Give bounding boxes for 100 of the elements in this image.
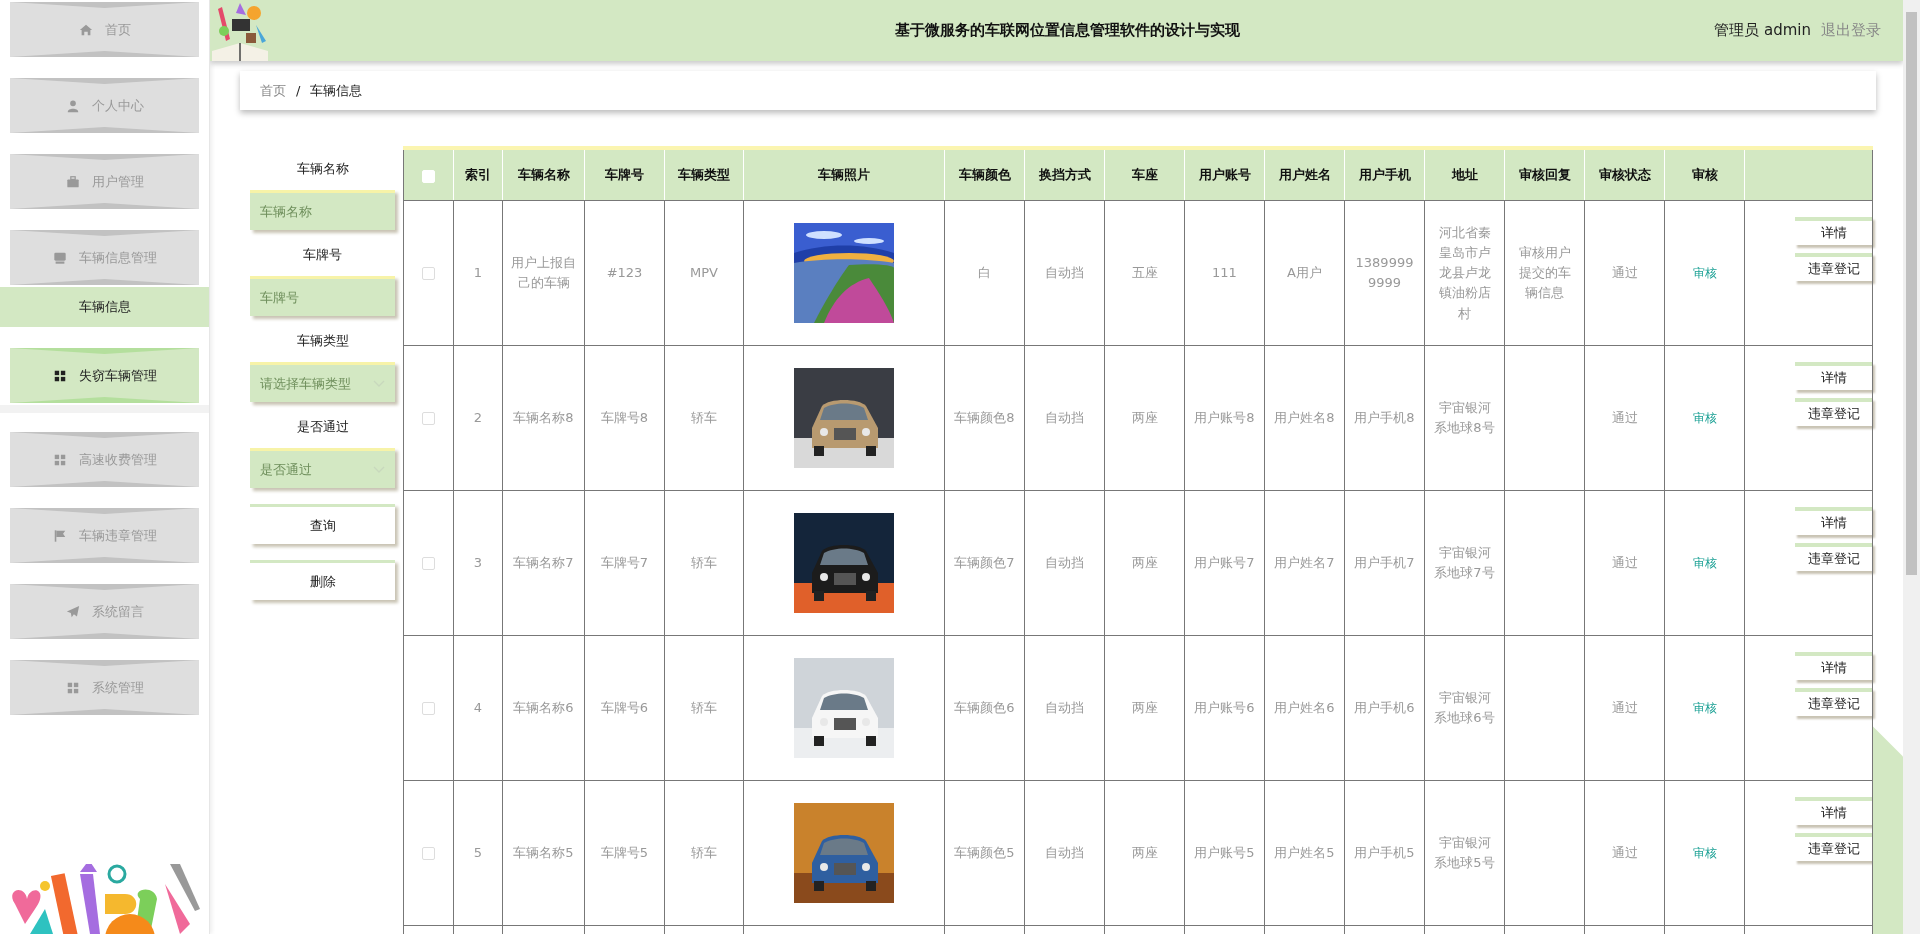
phone-cell: 用户手机6 — [1354, 700, 1415, 716]
grid-icon — [65, 680, 80, 695]
column-header: 车牌号 — [605, 167, 644, 183]
review-link[interactable]: 审核 — [1692, 411, 1717, 426]
user-icon — [65, 98, 80, 113]
violation-button[interactable]: 违章登记 — [1795, 398, 1873, 427]
checkbox[interactable] — [422, 702, 435, 716]
scrollbar-thumb[interactable] — [1906, 12, 1917, 575]
details-button[interactable]: 详情 — [1795, 797, 1873, 826]
name-cell: 车辆名称6 — [513, 700, 574, 716]
grid-icon — [52, 452, 67, 467]
breadcrumb-link[interactable]: 车辆信息 — [310, 81, 363, 100]
plate-cell: 车牌号6 — [600, 700, 649, 716]
sidebar-item[interactable]: 系统管理 — [10, 660, 199, 715]
select-field[interactable]: 请选择车辆类型 — [250, 362, 395, 403]
gear-cell: 自动挡 — [1045, 265, 1084, 281]
input-field[interactable]: 车牌号 — [250, 276, 395, 317]
checkbox[interactable] — [422, 557, 435, 571]
flag-icon — [52, 528, 67, 543]
logout-link[interactable]: 退出登录 — [1821, 21, 1881, 40]
details-button[interactable]: 详情 — [1795, 362, 1873, 391]
checkbox[interactable] — [422, 847, 435, 861]
column-header: 审核 — [1691, 167, 1718, 183]
violation-button[interactable]: 违章登记 — [1795, 543, 1873, 572]
review-link[interactable]: 审核 — [1692, 556, 1717, 571]
account-cell: 111 — [1212, 265, 1237, 281]
seats-cell: 五座 — [1131, 265, 1158, 281]
column-header: 车座 — [1131, 167, 1158, 183]
sidebar-item[interactable]: 首页 — [10, 2, 199, 57]
grid-icon — [52, 368, 67, 383]
sidebar-item[interactable]: 个人中心 — [10, 78, 199, 133]
address-cell: 宇宙银河系地球8号 — [1434, 400, 1495, 436]
status-cell: 通过 — [1611, 265, 1638, 281]
type-cell: 轿车 — [691, 700, 717, 716]
breadcrumb-link[interactable]: 首页 — [260, 81, 286, 100]
color-cell: 车辆颜色5 — [954, 845, 1015, 861]
review-link[interactable]: 审核 — [1692, 846, 1717, 861]
column-header: 索引 — [465, 167, 491, 183]
column-header: 用户手机 — [1358, 167, 1411, 183]
monitor-icon — [52, 250, 67, 265]
column-header: 车辆照片 — [818, 167, 870, 183]
address-cell: 宇宙银河系地球7号 — [1434, 545, 1495, 581]
status-cell: 通过 — [1611, 555, 1638, 571]
sidebar-item[interactable]: 高速收费管理 — [10, 432, 199, 487]
details-button[interactable]: 详情 — [1795, 652, 1873, 681]
color-cell: 车辆颜色8 — [954, 410, 1015, 426]
column-header: 审核回复 — [1518, 167, 1571, 183]
submenu-item[interactable]: 车辆信息 — [0, 287, 209, 327]
sidebar-item[interactable]: 用户管理 — [10, 154, 199, 209]
gear-cell: 自动挡 — [1045, 410, 1084, 426]
violation-button[interactable]: 违章登记 — [1795, 833, 1873, 862]
checkbox[interactable] — [422, 267, 435, 281]
column-header: 用户账号 — [1198, 167, 1251, 183]
home-icon — [78, 22, 93, 37]
status-cell: 通过 — [1611, 410, 1638, 426]
delete-button[interactable]: 删除 — [250, 560, 395, 601]
type-cell: 轿车 — [691, 410, 717, 426]
review-link[interactable]: 审核 — [1692, 701, 1717, 716]
seats-cell: 两座 — [1131, 700, 1158, 716]
user-name-cell: 用户姓名5 — [1274, 845, 1335, 861]
filter-label: 车辆类型 — [295, 332, 350, 351]
user-name-cell: 用户姓名6 — [1274, 700, 1335, 716]
index-cell: 4 — [473, 700, 483, 716]
briefcase-icon — [65, 174, 80, 189]
phone-cell: 用户手机7 — [1354, 555, 1415, 571]
column-header: 车辆颜色 — [958, 167, 1011, 183]
select-field[interactable]: 是否通过 — [250, 448, 395, 489]
seats-cell: 两座 — [1131, 845, 1158, 861]
gear-cell: 自动挡 — [1045, 555, 1084, 571]
sidebar-item[interactable]: 失窃车辆管理 — [10, 348, 199, 403]
user-name-cell: 用户姓名8 — [1274, 410, 1335, 426]
input-field[interactable]: 车辆名称 — [250, 190, 395, 231]
address-cell: 河北省秦皇岛市卢龙县卢龙镇油粉店村 — [1438, 225, 1491, 321]
status-cell: 通过 — [1611, 700, 1638, 716]
details-button[interactable]: 详情 — [1795, 217, 1873, 246]
checkbox[interactable] — [422, 412, 435, 426]
column-header: 用户姓名 — [1278, 167, 1331, 183]
review-link[interactable]: 审核 — [1692, 266, 1717, 281]
sidebar-item[interactable]: 系统留言 — [10, 584, 199, 639]
sidebar-item[interactable]: 车辆信息管理 — [10, 230, 199, 285]
color-cell: 白 — [978, 265, 991, 281]
breadcrumb-separator: / — [296, 83, 301, 99]
filter-label: 是否通过 — [295, 418, 350, 437]
app-title: 基于微服务的车联网位置信息管理软件的设计与实现 — [893, 21, 1241, 40]
account-cell: 用户账号8 — [1194, 410, 1255, 426]
sidebar-item[interactable]: 车辆违章管理 — [10, 508, 199, 563]
search-button[interactable]: 查询 — [250, 504, 395, 545]
color-cell: 车辆颜色6 — [954, 700, 1015, 716]
user-name-cell: A用户 — [1287, 265, 1322, 281]
name-cell: 用户上报自己的车辆 — [511, 255, 576, 291]
violation-button[interactable]: 违章登记 — [1795, 688, 1873, 717]
scrollbar[interactable] — [1903, 0, 1920, 934]
details-button[interactable]: 详情 — [1795, 507, 1873, 536]
violation-button[interactable]: 违章登记 — [1795, 253, 1873, 282]
account-cell: 用户账号6 — [1194, 700, 1255, 716]
index-cell: 5 — [473, 845, 483, 861]
index-cell: 1 — [473, 265, 483, 281]
column-header: 审核状态 — [1598, 167, 1651, 183]
name-cell: 车辆名称7 — [513, 555, 574, 571]
plane-icon — [65, 604, 80, 619]
